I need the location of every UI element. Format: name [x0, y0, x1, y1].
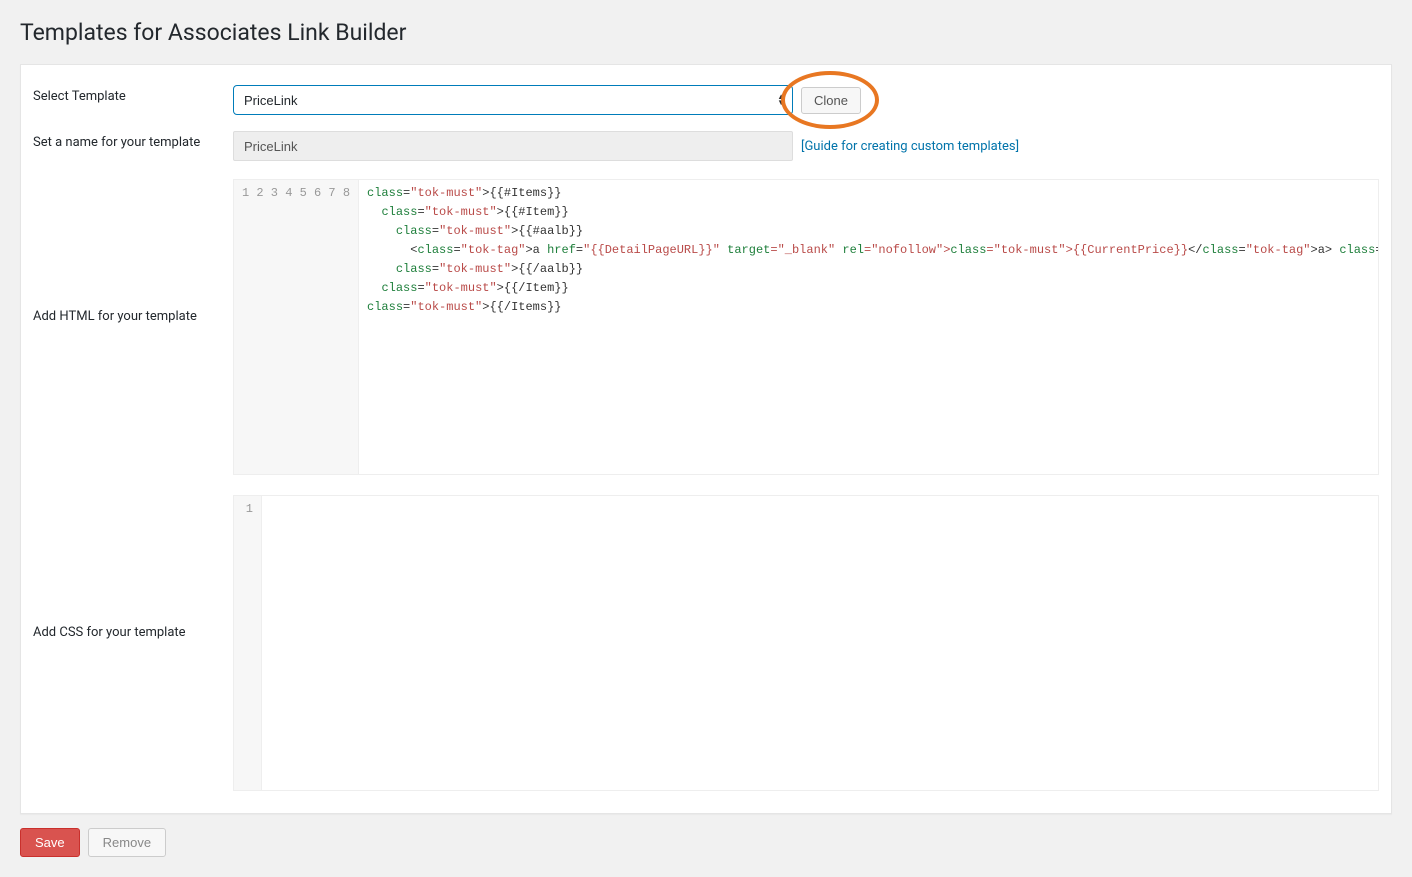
template-name-label: Set a name for your template [33, 131, 233, 150]
html-editor-code[interactable]: class="tok-must">{{#Items}} class="tok-m… [359, 180, 1378, 474]
guide-link[interactable]: [Guide for creating custom templates] [801, 139, 1019, 154]
html-editor-label: Add HTML for your template [33, 179, 233, 475]
template-name-input[interactable] [233, 131, 793, 161]
css-editor[interactable]: 1 [233, 495, 1379, 791]
template-select[interactable]: PriceLink [233, 85, 793, 115]
remove-button[interactable]: Remove [88, 828, 166, 857]
page-title: Templates for Associates Link Builder [20, 10, 1392, 64]
css-editor-code[interactable] [262, 496, 1378, 790]
select-template-label: Select Template [33, 85, 233, 104]
template-panel: Select Template PriceLink ▲▼ Clone Set a… [20, 64, 1392, 814]
css-editor-gutter: 1 [234, 496, 262, 790]
css-editor-label: Add CSS for your template [33, 495, 233, 791]
html-editor-gutter: 1 2 3 4 5 6 7 8 [234, 180, 359, 474]
html-editor[interactable]: 1 2 3 4 5 6 7 8 class="tok-must">{{#Item… [233, 179, 1379, 475]
save-button[interactable]: Save [20, 828, 80, 857]
clone-button[interactable]: Clone [801, 87, 861, 114]
